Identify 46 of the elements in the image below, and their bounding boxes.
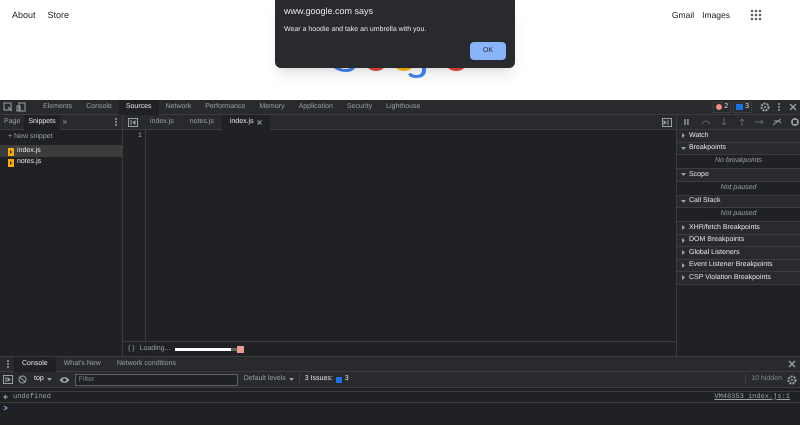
error-icon [716, 104, 722, 110]
inspect-icon[interactable] [3, 102, 13, 112]
more-icon[interactable] [6, 359, 10, 369]
nav-link[interactable]: About [12, 9, 36, 22]
collapsed-triangle-icon [681, 275, 686, 280]
nav-link[interactable]: Gmail [672, 9, 694, 22]
more-icon[interactable] [777, 102, 781, 112]
clear-icon[interactable] [18, 375, 27, 384]
collapsed-triangle-icon [681, 133, 686, 138]
apps-grid-icon[interactable] [750, 9, 762, 22]
step-icon[interactable] [754, 117, 764, 127]
collapsed-triangle-icon [681, 238, 686, 243]
sidebar-toggle-icon[interactable] [128, 118, 138, 126]
deactivate-breakpoints-icon[interactable] [772, 117, 782, 127]
collapsed-triangle-icon [681, 262, 686, 268]
file-icon [8, 148, 14, 156]
file-icon [8, 158, 14, 166]
settings-icon[interactable] [760, 102, 770, 112]
dialog-title: www.google.com says [284, 5, 374, 18]
step-out-icon[interactable] [736, 117, 746, 127]
expanded-triangle-icon [681, 146, 686, 151]
eye-icon[interactable] [58, 376, 70, 384]
nav-link[interactable]: Images [702, 9, 730, 22]
message-icon [336, 376, 342, 382]
sidebar-toggle-icon[interactable] [3, 375, 13, 384]
collapsed-triangle-icon [681, 250, 686, 256]
device-toggle-icon[interactable] [16, 102, 26, 112]
close-icon[interactable] [788, 360, 796, 368]
close-icon[interactable] [789, 103, 797, 111]
pause-on-exceptions-icon[interactable] [790, 117, 800, 127]
collapsed-triangle-icon [681, 225, 686, 230]
expanded-triangle-icon [681, 198, 686, 204]
close-icon[interactable] [256, 120, 262, 124]
nav-link[interactable]: Store [48, 9, 70, 22]
prompt-icon[interactable] [3, 405, 8, 411]
more-icon[interactable] [114, 117, 118, 127]
caret-icon [46, 378, 52, 382]
more-tabs-button[interactable]: » [60, 116, 70, 128]
caret-icon [288, 378, 294, 382]
expanded-triangle-icon [681, 172, 686, 178]
message-icon [736, 104, 744, 110]
stop-icon[interactable] [237, 346, 244, 352]
result-arrow-icon [3, 394, 9, 400]
settings-icon[interactable] [787, 374, 797, 384]
step-into-icon[interactable] [718, 117, 729, 127]
sidebar-toggle-icon[interactable] [662, 118, 672, 126]
